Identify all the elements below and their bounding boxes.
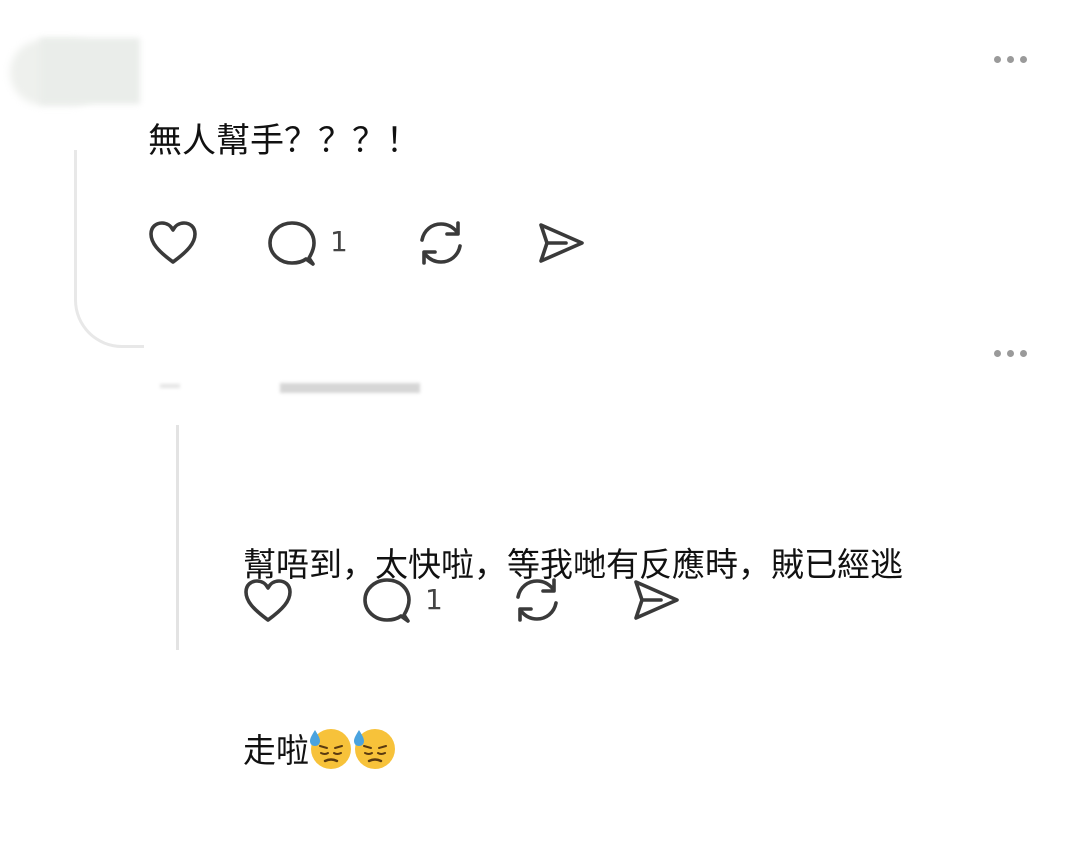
repost-icon[interactable]	[416, 220, 466, 266]
dot	[994, 350, 1001, 357]
dot	[1020, 350, 1027, 357]
dot	[994, 56, 1001, 63]
redacted-avatar-edge	[160, 384, 180, 388]
redacted-username	[40, 38, 140, 104]
post-text-line-2: 走啦	[243, 720, 903, 782]
thread-connector-line	[74, 150, 144, 348]
post-text: 無人幫手？？？！	[148, 121, 420, 161]
more-options-button[interactable]	[994, 56, 1027, 63]
comment-icon[interactable]	[267, 220, 317, 268]
post-text-line-content: 走啦	[243, 731, 309, 770]
share-icon[interactable]	[536, 220, 586, 266]
like-icon[interactable]	[148, 220, 198, 266]
post-text: 幫唔到，太快啦，等我哋有反應時，賊已經逃 走啦	[243, 410, 903, 844]
reply-count: 1	[330, 225, 348, 258]
post-text-line: 幫唔到，太快啦，等我哋有反應時，賊已經逃	[243, 545, 903, 584]
comment-icon[interactable]	[362, 577, 412, 625]
share-icon[interactable]	[631, 577, 681, 623]
reply-count: 1	[425, 583, 443, 616]
downcast-face-with-sweat-emoji	[310, 729, 351, 769]
redacted-username	[280, 383, 420, 393]
dot	[1007, 56, 1014, 63]
more-options-button[interactable]	[994, 350, 1027, 357]
dot	[1020, 56, 1027, 63]
thread-line	[176, 425, 179, 650]
downcast-face-with-sweat-emoji	[354, 729, 395, 769]
like-icon[interactable]	[243, 578, 293, 624]
repost-icon[interactable]	[512, 577, 562, 623]
dot	[1007, 350, 1014, 357]
